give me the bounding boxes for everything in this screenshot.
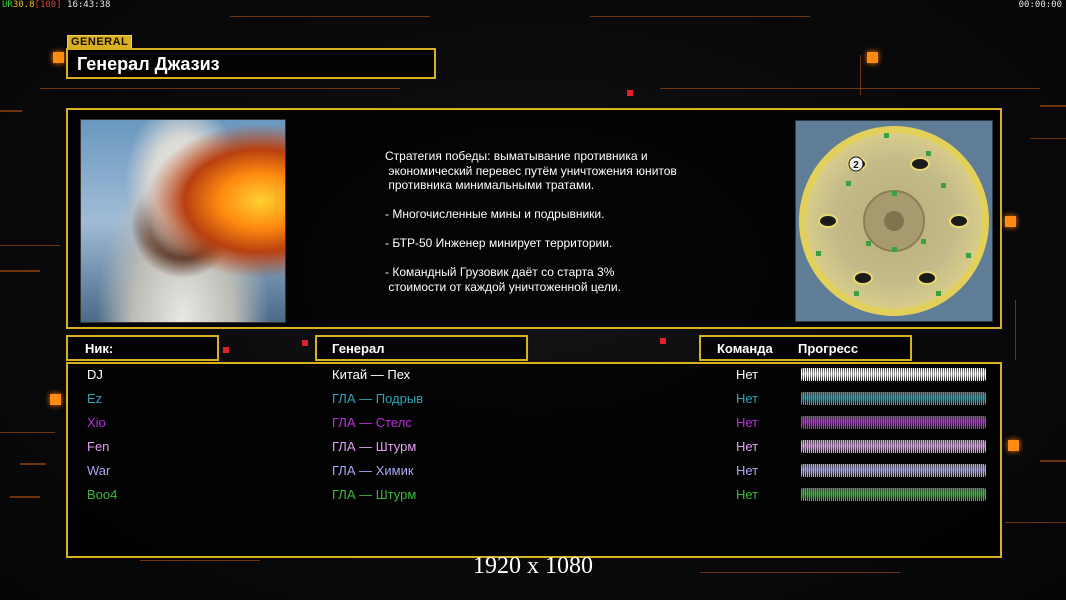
column-header-general: Генерал: [315, 335, 528, 361]
loading-screen: UR30.8[100] 16:43:38 00:00:00 GENERAL Ге…: [0, 0, 1066, 600]
decor-line: [0, 270, 40, 272]
player-progress-bar: [801, 368, 986, 381]
clock: 16:43:38: [67, 0, 111, 10]
player-progress-bar: [801, 392, 986, 405]
player-general: ГЛА — Штурм: [332, 487, 417, 502]
general-title-box: Генерал Джазиз: [66, 48, 436, 79]
player-team: Нет: [736, 367, 759, 382]
map-preview-image: 2: [796, 121, 992, 321]
game-timer: 00:00:00: [1018, 0, 1062, 10]
decor-line: [1040, 460, 1066, 462]
decor-line: [10, 496, 40, 498]
resolution-label: 1920 x 1080: [473, 553, 593, 579]
decor-line: [0, 432, 55, 433]
player-general: ГЛА — Стелс: [332, 415, 412, 430]
player-team: Нет: [736, 439, 759, 454]
player-progress-bar: [801, 488, 986, 501]
map-marker: 2: [853, 160, 859, 171]
table-row: Boo4 ГЛА — Штурм Нет: [68, 484, 1004, 508]
decor-square: [53, 52, 64, 63]
table-row: War ГЛА — Химик Нет: [68, 460, 1004, 484]
column-progress-label: Прогресс: [798, 341, 859, 356]
decor-dot: [660, 338, 666, 344]
player-team: Нет: [736, 487, 759, 502]
general-description: Стратегия победы: выматывание противника…: [385, 149, 677, 294]
column-header-team-progress: Команда Прогресс: [699, 335, 912, 361]
decor-line: [40, 88, 400, 89]
player-progress-bar: [801, 440, 986, 453]
player-team: Нет: [736, 391, 759, 406]
decor-line: [1030, 138, 1066, 139]
table-row: Fen ГЛА — Штурм Нет: [68, 436, 1004, 460]
fps-counter: UR30.8[100] 16:43:38: [2, 0, 111, 10]
decor-dot: [223, 347, 229, 353]
column-team-label: Команда: [717, 341, 773, 356]
decor-dot: [627, 90, 633, 96]
decor-line: [230, 16, 430, 17]
player-general: ГЛА — Штурм: [332, 439, 417, 454]
decor-line: [860, 55, 861, 95]
player-list: DJ Китай — Пех Нет Ez ГЛА — Подрыв Нет Xio ГЛА …: [66, 362, 1002, 558]
decor-line: [1005, 522, 1066, 523]
table-row: Ez ГЛА — Подрыв Нет: [68, 388, 1004, 412]
player-progress-bar: [801, 416, 986, 429]
decor-square: [867, 52, 878, 63]
player-general: Китай — Пех: [332, 367, 411, 382]
player-team: Нет: [736, 463, 759, 478]
decor-line: [1015, 300, 1016, 360]
decor-square: [1008, 440, 1019, 451]
general-info-panel: Стратегия победы: выматывание противника…: [66, 108, 1002, 329]
general-name: Генерал Джазиз: [77, 54, 220, 74]
player-nick: War: [87, 463, 111, 478]
player-general: ГЛА — Подрыв: [332, 391, 424, 406]
decor-line: [20, 463, 46, 465]
map-preview: 2: [795, 120, 993, 322]
player-nick: Ez: [87, 391, 103, 406]
player-nick: DJ: [87, 367, 103, 382]
decor-dot: [302, 340, 308, 346]
general-portrait: [80, 119, 286, 323]
table-row: Xio ГЛА — Стелс Нет: [68, 412, 1004, 436]
player-nick: Boo4: [87, 487, 118, 502]
decor-line: [0, 110, 22, 112]
table-row: DJ Китай — Пех Нет: [68, 364, 1004, 388]
decor-line: [1040, 105, 1066, 107]
decor-line: [0, 245, 60, 246]
player-team: Нет: [736, 415, 759, 430]
player-progress-bar: [801, 464, 986, 477]
decor-square: [50, 394, 61, 405]
decor-line: [590, 16, 810, 17]
decor-square: [1005, 216, 1016, 227]
player-general: ГЛА — Химик: [332, 463, 414, 478]
decor-line: [660, 88, 1040, 89]
player-nick: Fen: [87, 439, 110, 454]
column-header-nick: Ник:: [66, 335, 219, 361]
player-nick: Xio: [87, 415, 106, 430]
